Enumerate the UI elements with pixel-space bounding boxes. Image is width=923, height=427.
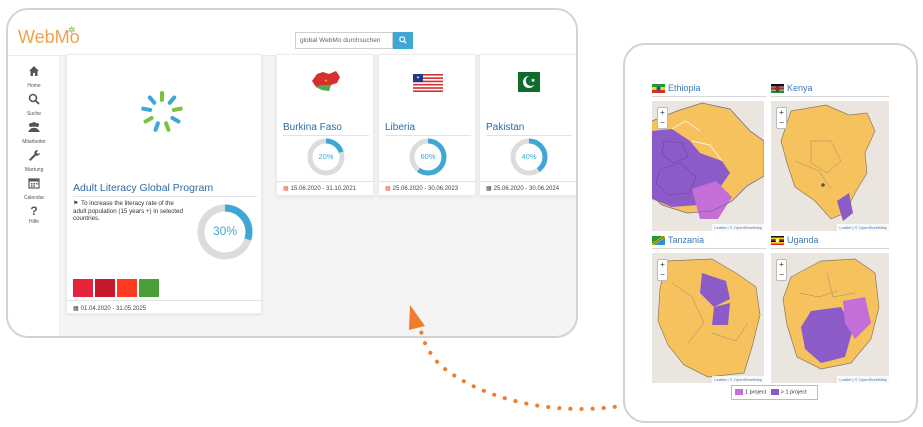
zoom-out-button[interactable]: −	[777, 118, 786, 128]
legend-swatch-single	[735, 389, 743, 395]
map-attribution[interactable]: Leaflet | © OpenStreetMap	[837, 224, 889, 231]
uganda-region-map	[782, 258, 880, 370]
map-legend: 1 project > 1 project	[731, 385, 818, 400]
tanzania-region-map	[657, 258, 761, 378]
map-ethiopia[interactable]: + − Leaflet | © OpenStreetMap	[652, 101, 764, 231]
zoom-in-button[interactable]: +	[658, 108, 667, 118]
legend-label: 1 project	[745, 389, 767, 396]
zoom-in-button[interactable]: +	[658, 260, 667, 270]
kenya-region-map	[780, 104, 876, 221]
zoom-out-button[interactable]: −	[658, 118, 667, 128]
divider	[771, 96, 889, 97]
maps-window: Ethiopia + − Leaflet | © OpenStreetMap Ke…	[623, 43, 918, 423]
zoom-out-button[interactable]: −	[777, 270, 786, 280]
map-uganda[interactable]: + − Leaflet | © OpenStreetMap	[771, 253, 889, 383]
map-attribution[interactable]: Leaflet | © OpenStreetMap	[837, 376, 889, 383]
map-kenya[interactable]: + − Leaflet | © OpenStreetMap	[771, 101, 889, 231]
map-title[interactable]: Kenya	[787, 83, 813, 93]
zoom-control: + −	[657, 107, 668, 129]
zoom-in-button[interactable]: +	[777, 108, 786, 118]
ethiopia-flag	[652, 84, 665, 93]
divider	[652, 248, 766, 249]
divider	[652, 96, 766, 97]
zoom-in-button[interactable]: +	[777, 260, 786, 270]
map-title[interactable]: Ethiopia	[668, 83, 701, 93]
map-title[interactable]: Tanzania	[668, 235, 704, 245]
zoom-control: + −	[776, 107, 787, 129]
ethiopia-region-map	[652, 102, 764, 219]
map-attribution[interactable]: Leaflet | © OpenStreetMap	[712, 376, 764, 383]
legend-label: > 1 project	[780, 389, 807, 396]
map-attribution[interactable]: Leaflet | © OpenStreetMap	[712, 224, 764, 231]
uganda-flag	[771, 236, 784, 245]
map-title[interactable]: Uganda	[787, 235, 819, 245]
zoom-out-button[interactable]: −	[658, 270, 667, 280]
kenya-flag	[771, 84, 784, 93]
stage: WebMo ✲ global WebMo durchsuchen Home Su…	[0, 0, 923, 427]
divider	[771, 248, 889, 249]
tanzania-flag	[652, 236, 665, 245]
legend-swatch-multi	[770, 389, 779, 395]
map-tanzania[interactable]: + − Leaflet | © OpenStreetMap	[652, 253, 764, 383]
zoom-control: + −	[776, 259, 787, 281]
zoom-control: + −	[657, 259, 668, 281]
